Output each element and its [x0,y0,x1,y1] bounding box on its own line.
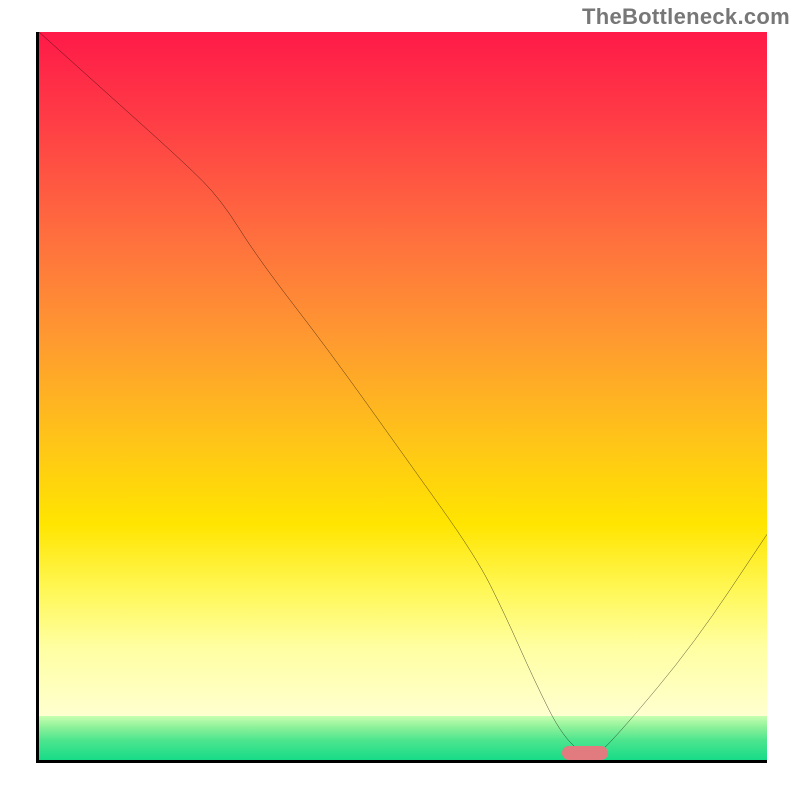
attribution-text: TheBottleneck.com [582,4,790,30]
bottleneck-curve [39,32,767,760]
optimal-marker [562,746,608,760]
chart-container: TheBottleneck.com [0,0,800,800]
plot-area [36,32,767,763]
